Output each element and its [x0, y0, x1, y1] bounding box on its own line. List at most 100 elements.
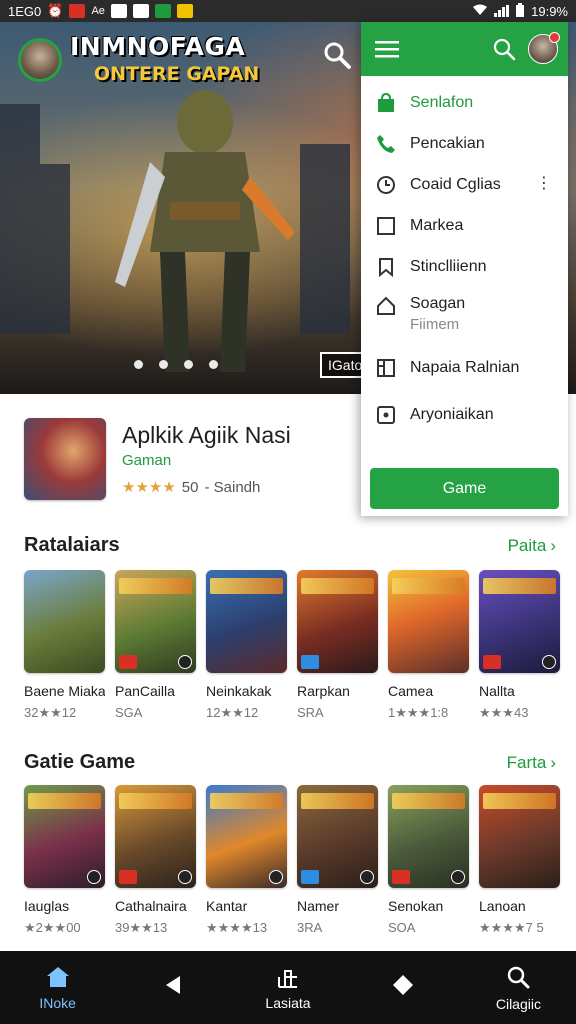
app-card[interactable]: Cathalnaira 39★★13: [115, 785, 196, 936]
app-card-meta: SOA: [388, 920, 416, 935]
menu-item[interactable]: Aryoniaikan: [361, 394, 568, 435]
app-card-art-title: [28, 793, 101, 809]
hero-art: [300, 144, 350, 334]
search-icon[interactable]: [492, 37, 516, 61]
search-icon[interactable]: [322, 40, 352, 70]
menu-item[interactable]: Napaia Ralnian: [361, 347, 568, 388]
nav-label[interactable]: Cilagiic: [496, 996, 541, 1012]
app-card-name[interactable]: Cathalnaira: [115, 898, 196, 914]
app-card[interactable]: Neinkakak 12★★12: [206, 570, 287, 721]
app-card-image[interactable]: [206, 570, 287, 673]
see-more-link[interactable]: Farta ›: [507, 753, 556, 773]
game-button[interactable]: Game: [370, 468, 559, 509]
app-card-name[interactable]: Kantar: [206, 898, 287, 914]
app-card-meta: 32★★12: [24, 705, 77, 720]
hamburger-icon[interactable]: [375, 39, 399, 59]
notification-badge: [549, 32, 560, 43]
carousel-dot[interactable]: [184, 360, 193, 369]
app-card-name[interactable]: Namer: [297, 898, 378, 914]
app-card-meta: ★2★★00: [24, 920, 81, 935]
see-more-label[interactable]: Paita: [508, 536, 547, 556]
app-card-name[interactable]: Baene Miaka: [24, 683, 105, 699]
menu-item-label[interactable]: Stinclliienn: [410, 258, 486, 276]
nav-recents[interactable]: [346, 951, 461, 1024]
app-card[interactable]: Nallta ★★★43: [479, 570, 560, 721]
nav-label[interactable]: Lasiata: [265, 995, 310, 1011]
app-card[interactable]: Camea 1★★★1:8: [388, 570, 469, 721]
menu-item-label[interactable]: Markea: [410, 217, 463, 235]
app-card[interactable]: PanCailla SGA: [115, 570, 196, 721]
menu-item-label[interactable]: Pencakian: [410, 135, 485, 153]
hero-art: [40, 164, 70, 334]
menu-item[interactable]: Coaid Cglias ⋮: [361, 164, 568, 205]
nav-library[interactable]: Lasiata: [230, 951, 345, 1024]
carousel-dot[interactable]: [134, 360, 143, 369]
app-card-name[interactable]: Lanoan: [479, 898, 560, 914]
app-row: Baene Miaka 32★★12 PanCailla SGA Neinkak…: [24, 570, 560, 721]
see-more-link[interactable]: Paita ›: [508, 536, 556, 556]
search-icon[interactable]: [505, 964, 531, 990]
featured-app-icon[interactable]: [24, 418, 106, 500]
menu-item-label[interactable]: Coaid Cglias: [410, 176, 501, 194]
recents-icon[interactable]: [391, 973, 415, 997]
chevron-right-icon[interactable]: ›: [550, 536, 556, 556]
badge-icon: [87, 870, 101, 884]
see-more-label[interactable]: Farta: [507, 753, 547, 773]
app-card-image[interactable]: [479, 785, 560, 888]
app-card[interactable]: Rarpkan SRA: [297, 570, 378, 721]
app-card[interactable]: Kantar ★★★★13: [206, 785, 287, 936]
house-icon: [375, 295, 397, 317]
app-card-name[interactable]: Neinkakak: [206, 683, 287, 699]
app-card-image[interactable]: [24, 785, 105, 888]
section-header: Gatie Game Farta ›: [24, 751, 556, 774]
app-card-name[interactable]: Senokan: [388, 898, 469, 914]
menu-item[interactable]: Senlafon: [361, 82, 568, 123]
hero-tag[interactable]: IGato: [320, 352, 366, 378]
app-card-name[interactable]: Camea: [388, 683, 469, 699]
menu-item[interactable]: Markea: [361, 205, 568, 246]
back-icon[interactable]: [164, 974, 182, 996]
menu-item-label[interactable]: Soagan: [410, 295, 465, 312]
menu-item[interactable]: Stinclliienn: [361, 246, 568, 287]
app-card-image[interactable]: [206, 785, 287, 888]
app-card-name[interactable]: PanCailla: [115, 683, 196, 699]
app-card-meta: SGA: [115, 705, 143, 720]
app-card-image[interactable]: [297, 785, 378, 888]
app-card-name[interactable]: Nallta: [479, 683, 560, 699]
app-card[interactable]: Namer 3RA: [297, 785, 378, 936]
menu-item-label[interactable]: Napaia Ralnian: [410, 359, 519, 377]
nav-search[interactable]: Cilagiic: [461, 951, 576, 1024]
menu-item[interactable]: Pencakian: [361, 123, 568, 164]
app-row: Iauglas ★2★★00 Cathalnaira 39★★13 Kantar…: [24, 785, 560, 936]
menu-header: [361, 22, 568, 76]
app-card-image[interactable]: [479, 570, 560, 673]
app-card-name[interactable]: Rarpkan: [297, 683, 378, 699]
avatar[interactable]: [528, 32, 560, 64]
app-card[interactable]: Iauglas ★2★★00: [24, 785, 105, 936]
chevron-right-icon[interactable]: ›: [550, 753, 556, 773]
app-card[interactable]: Senokan SOA: [388, 785, 469, 936]
app-card[interactable]: Lanoan ★★★★7 5: [479, 785, 560, 936]
app-card-image[interactable]: [115, 785, 196, 888]
app-card-image[interactable]: [115, 570, 196, 673]
menu-item-label[interactable]: Senlafon: [410, 94, 473, 112]
app-card-name[interactable]: Iauglas: [24, 898, 105, 914]
nav-home[interactable]: INoke: [0, 951, 115, 1024]
carousel-dot[interactable]: [159, 360, 168, 369]
notification-icon: [176, 4, 193, 18]
app-card-image[interactable]: [24, 570, 105, 673]
carousel-dot[interactable]: [209, 360, 218, 369]
app-card-image[interactable]: [297, 570, 378, 673]
home-icon[interactable]: [45, 965, 71, 989]
nav-label[interactable]: INoke: [39, 995, 76, 1011]
library-icon[interactable]: [275, 965, 301, 989]
menu-item[interactable]: Soagan Fiimem: [361, 287, 568, 347]
nav-back[interactable]: [115, 951, 230, 1024]
app-card-image[interactable]: [388, 570, 469, 673]
app-card-image[interactable]: [388, 785, 469, 888]
featured-app-name[interactable]: Aplkik Agiik Nasi: [122, 422, 291, 449]
app-card[interactable]: Baene Miaka 32★★12: [24, 570, 105, 721]
carousel-dots[interactable]: [134, 360, 218, 369]
more-vert-icon[interactable]: ⋮: [536, 176, 552, 192]
menu-item-label[interactable]: Aryoniaikan: [410, 406, 494, 424]
